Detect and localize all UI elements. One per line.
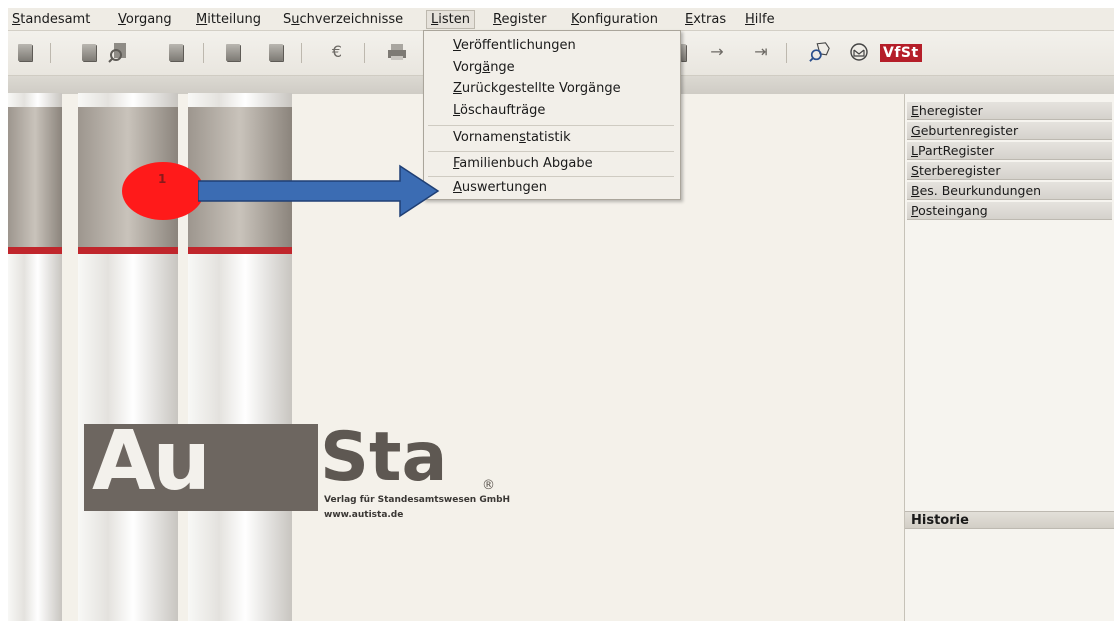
- annotation-arrow-icon: [198, 164, 440, 218]
- menu-item-familienbuch-abgabe[interactable]: Familienbuch Abgabe: [424, 153, 680, 175]
- map-search-icon[interactable]: [809, 41, 831, 63]
- logo-sta-text: Sta: [320, 418, 448, 497]
- register-sterberegister[interactable]: Sterberegister: [907, 162, 1112, 180]
- menu-item-vornamenstatistik[interactable]: Vornamenstatistik: [424, 127, 680, 149]
- menu-item-auswertungen[interactable]: Auswertungen: [424, 177, 680, 199]
- vfst-logo-button[interactable]: VfSt: [880, 44, 922, 62]
- listen-dropdown-menu: Veröffentlichungen Vorgänge Zurückgestel…: [423, 30, 681, 200]
- menu-item-vorgaenge[interactable]: Vorgänge: [424, 57, 680, 79]
- publisher-name: Verlag für Standesamtswesen GmbH: [324, 495, 511, 505]
- annotation-number: 1: [158, 172, 167, 186]
- menu-register[interactable]: Register: [489, 11, 551, 28]
- new-document-icon[interactable]: [14, 41, 36, 63]
- menu-item-loeschauftraege[interactable]: Löschaufträge: [424, 100, 680, 122]
- menu-mitteilung[interactable]: Mitteilung: [192, 11, 265, 28]
- historie-header: Historie: [905, 511, 1114, 529]
- next-arrow-icon[interactable]: →: [706, 41, 728, 63]
- registered-mark: ®: [482, 478, 495, 493]
- mail-icon[interactable]: [848, 41, 870, 63]
- menu-suchverzeichnisse[interactable]: Suchverzeichnisse: [279, 11, 407, 28]
- register-beurkundungen[interactable]: Bes. Beurkundungen: [907, 182, 1112, 200]
- menu-item-veroeffentlichungen[interactable]: Veröffentlichungen: [424, 35, 680, 57]
- pillar-1: [8, 93, 62, 621]
- register-eheregister[interactable]: Eheregister: [907, 102, 1112, 120]
- menu-listen[interactable]: Listen: [426, 10, 475, 29]
- menu-bar: Standesamt Vorgang Mitteilung Suchverzei…: [8, 8, 1114, 31]
- publisher-url: www.autista.de: [324, 510, 404, 520]
- copy-icon[interactable]: [265, 41, 287, 63]
- menu-vorgang[interactable]: Vorgang: [114, 11, 176, 28]
- document-icon[interactable]: [165, 41, 187, 63]
- print-icon[interactable]: [386, 41, 408, 63]
- register-geburtenregister[interactable]: Geburtenregister: [907, 122, 1112, 140]
- menu-standesamt[interactable]: Standesamt: [8, 11, 94, 28]
- book-icon[interactable]: [78, 41, 100, 63]
- register-panel: Eheregister Geburtenregister LPartRegist…: [904, 94, 1114, 621]
- menu-item-zurueckgestellte-vorgaenge[interactable]: Zurückgestellte Vorgänge: [424, 78, 680, 100]
- menu-konfiguration[interactable]: Konfiguration: [567, 11, 662, 28]
- import-icon[interactable]: [222, 41, 244, 63]
- menu-hilfe[interactable]: Hilfe: [741, 11, 779, 28]
- annotation-marker: [122, 162, 204, 220]
- app-window: Standesamt Vorgang Mitteilung Suchverzei…: [8, 8, 1114, 621]
- currency-icon[interactable]: €: [326, 41, 348, 63]
- register-posteingang[interactable]: Posteingang: [907, 202, 1112, 220]
- register-lpartregister[interactable]: LPartRegister: [907, 142, 1112, 160]
- logo-au-text: Au: [92, 414, 211, 509]
- menu-extras[interactable]: Extras: [681, 11, 730, 28]
- last-arrow-icon[interactable]: ⇥: [750, 41, 772, 63]
- search-document-icon[interactable]: [108, 41, 130, 63]
